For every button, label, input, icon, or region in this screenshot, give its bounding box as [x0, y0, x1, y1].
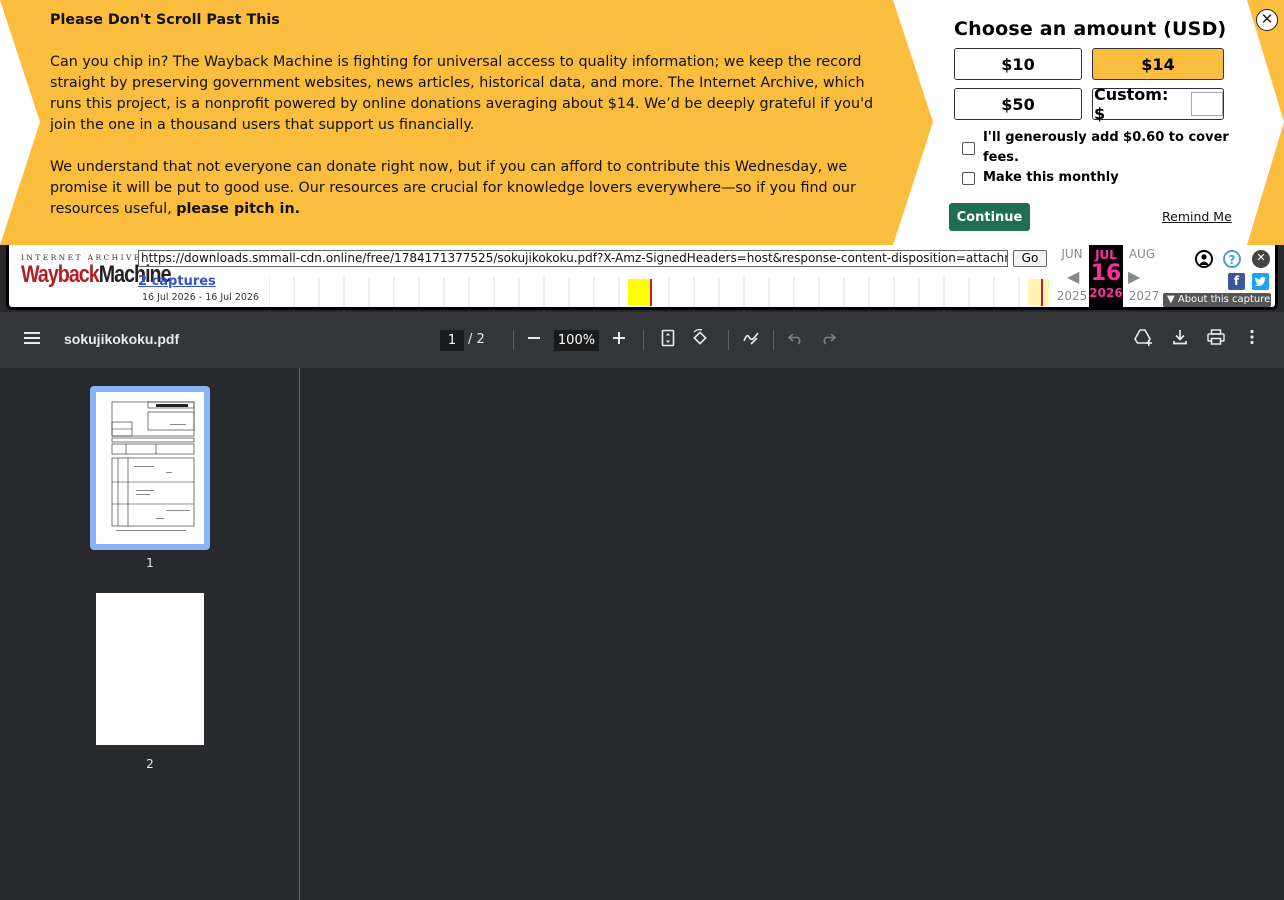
donation-banner: Please Don't Scroll Past This Can you ch… [0, 0, 1284, 245]
help-icon[interactable]: ? [1223, 250, 1241, 268]
zoom-in-icon[interactable] [608, 329, 630, 351]
amount-custom-button[interactable]: Custom: $ [1092, 85, 1224, 123]
thumbnail-page-image [96, 392, 204, 544]
remind-me-link[interactable]: Remind Me [1162, 209, 1232, 224]
download-icon[interactable] [1169, 329, 1191, 351]
banner-paragraph-2-text: We understand that not everyone can dona… [50, 159, 856, 217]
donate-title: Choose an amount (USD) [954, 18, 1227, 40]
undo-icon[interactable] [785, 329, 807, 351]
pdf-file-name: sokujikokoku.pdf [64, 331, 180, 347]
current-month: JUL [1095, 248, 1117, 262]
current-capture-marker [1041, 279, 1043, 306]
current-day: 16 [1090, 261, 1122, 286]
prev-year-label[interactable]: 2025 [1054, 289, 1090, 303]
toolbar-divider [773, 330, 774, 350]
banner-headline: Please Don't Scroll Past This [50, 12, 280, 28]
amount-14-button[interactable]: $14 [1092, 48, 1224, 80]
rotate-icon[interactable] [689, 328, 711, 351]
close-banner-button[interactable]: ✕ [1256, 9, 1278, 31]
drive-add-icon[interactable] [1133, 329, 1155, 351]
twitter-icon[interactable] [1252, 273, 1269, 290]
page-thumbnail-2[interactable] [96, 593, 204, 745]
current-year-highlight [1028, 279, 1049, 306]
thumbnail-label-1: 1 [146, 556, 154, 570]
prev-month-label[interactable]: JUN [1054, 247, 1090, 261]
zoom-out-icon[interactable] [523, 329, 545, 351]
wayback-url-input[interactable]: https://downloads.smmall-cdn.online/free… [138, 250, 1008, 267]
current-capture-date: JUL 16 2026 [1089, 245, 1123, 307]
capture-marker [650, 279, 652, 306]
fit-page-icon[interactable] [657, 329, 679, 351]
banner-message: Please Don't Scroll Past This Can you ch… [50, 10, 900, 241]
monthly-option[interactable]: Make this monthly [962, 168, 1119, 188]
menu-icon[interactable] [21, 329, 43, 351]
donation-form: Choose an amount (USD) $10 $14 $50 Custo… [948, 18, 1238, 231]
next-year-label[interactable]: 2027 [1126, 289, 1162, 303]
banner-paragraph-2: We understand that not everyone can dona… [50, 157, 900, 220]
thumbnail-sidebar: 1 2 [0, 368, 300, 900]
cover-fees-label: I'll generously add $0.60 to cover fees. [983, 130, 1229, 165]
page-thumbnail-1[interactable] [90, 386, 210, 550]
toolbar-divider [643, 330, 644, 350]
facebook-icon[interactable]: f [1228, 273, 1245, 290]
print-icon[interactable] [1205, 329, 1227, 351]
next-month-label[interactable]: AUG [1124, 247, 1160, 261]
next-capture-arrow-icon[interactable]: ▶ [1128, 267, 1140, 286]
wayback-go-button[interactable]: Go [1013, 250, 1047, 267]
wayback-logo[interactable]: INTERNET ARCHIVE WaybackMachine [21, 253, 172, 288]
toolbar-divider [728, 330, 729, 350]
cover-fees-checkbox[interactable] [962, 142, 975, 155]
redo-icon[interactable] [817, 329, 839, 351]
user-icon[interactable] [1195, 250, 1213, 268]
about-capture-button[interactable]: ▼ About this capture [1163, 293, 1271, 307]
amount-10-button[interactable]: $10 [954, 48, 1082, 80]
current-year: 2026 [1089, 286, 1123, 300]
zoom-input[interactable]: 100% [554, 330, 599, 351]
cover-fees-option[interactable]: I'll generously add $0.60 to cover fees. [962, 128, 1232, 168]
capture-date-range: 16 Jul 2026 - 16 Jul 2026 [142, 292, 260, 303]
prev-capture-arrow-icon[interactable]: ◀ [1067, 267, 1079, 286]
pdf-viewer-canvas[interactable] [301, 368, 1284, 900]
monthly-checkbox[interactable] [962, 172, 975, 185]
wayback-toolbar: INTERNET ARCHIVE WaybackMachine https://… [6, 245, 1278, 310]
pitch-in-text: please pitch in. [176, 201, 301, 217]
pdf-toolbar: sokujikokoku.pdf 1 / 2 100% [0, 312, 1284, 368]
thumbnail-page-content [111, 401, 195, 531]
wayback-machine-wordmark: WaybackMachine [21, 261, 172, 288]
amount-50-button[interactable]: $50 [954, 88, 1082, 120]
close-icon[interactable]: ✕ [1252, 250, 1270, 268]
monthly-label: Make this monthly [983, 170, 1119, 185]
custom-amount-input[interactable] [1191, 92, 1223, 116]
toolbar-divider [513, 330, 514, 350]
captures-link[interactable]: 2 captures [138, 274, 216, 289]
banner-paragraph-1: Can you chip in? The Wayback Machine is … [50, 54, 874, 133]
capture-sparkline[interactable] [269, 277, 1049, 307]
page-total: / 2 [468, 332, 485, 347]
capture-year-highlight [628, 279, 650, 306]
page-number-input[interactable]: 1 [440, 330, 464, 351]
continue-button[interactable]: Continue [949, 203, 1030, 231]
more-options-icon[interactable] [1241, 329, 1263, 351]
custom-amount-label: Custom: $ [1094, 85, 1169, 123]
wordmark-wayback: Wayback [21, 261, 100, 288]
thumbnail-label-2: 2 [146, 757, 154, 771]
annotate-pen-icon[interactable] [740, 329, 762, 351]
